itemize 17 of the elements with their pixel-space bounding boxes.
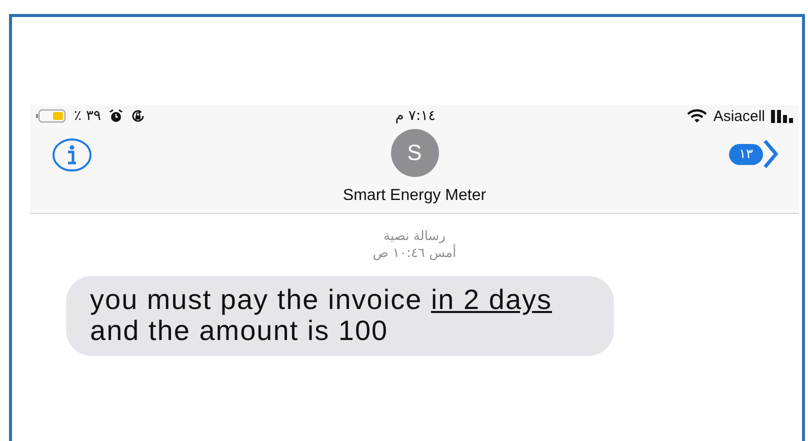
unread-badge[interactable]: ١٣ bbox=[729, 144, 763, 164]
date-link[interactable]: in 2 days bbox=[430, 284, 552, 315]
chevron-icon[interactable] bbox=[763, 139, 779, 169]
message-timestamp: أمس ١٠:٤٦ ص bbox=[372, 245, 456, 262]
battery-percent: ٪ ٣٩ bbox=[74, 108, 102, 124]
contact-name: Smart Energy Meter bbox=[342, 187, 486, 205]
message-type-label: رسالة نصية bbox=[384, 228, 446, 244]
signal-icon bbox=[771, 109, 795, 123]
rotation-lock-icon bbox=[131, 109, 146, 123]
carrier-name: Asiacell bbox=[713, 108, 765, 124]
status-time: ٧:١٤ م bbox=[395, 108, 436, 124]
battery-icon bbox=[36, 109, 66, 123]
info-icon[interactable] bbox=[52, 138, 92, 172]
contact-avatar[interactable]: S bbox=[390, 129, 438, 177]
alarm-clock-icon bbox=[109, 109, 124, 123]
message-text: you must pay the invoice in 2 days and the amount is 100 bbox=[90, 284, 554, 346]
wifi-icon bbox=[687, 109, 708, 123]
